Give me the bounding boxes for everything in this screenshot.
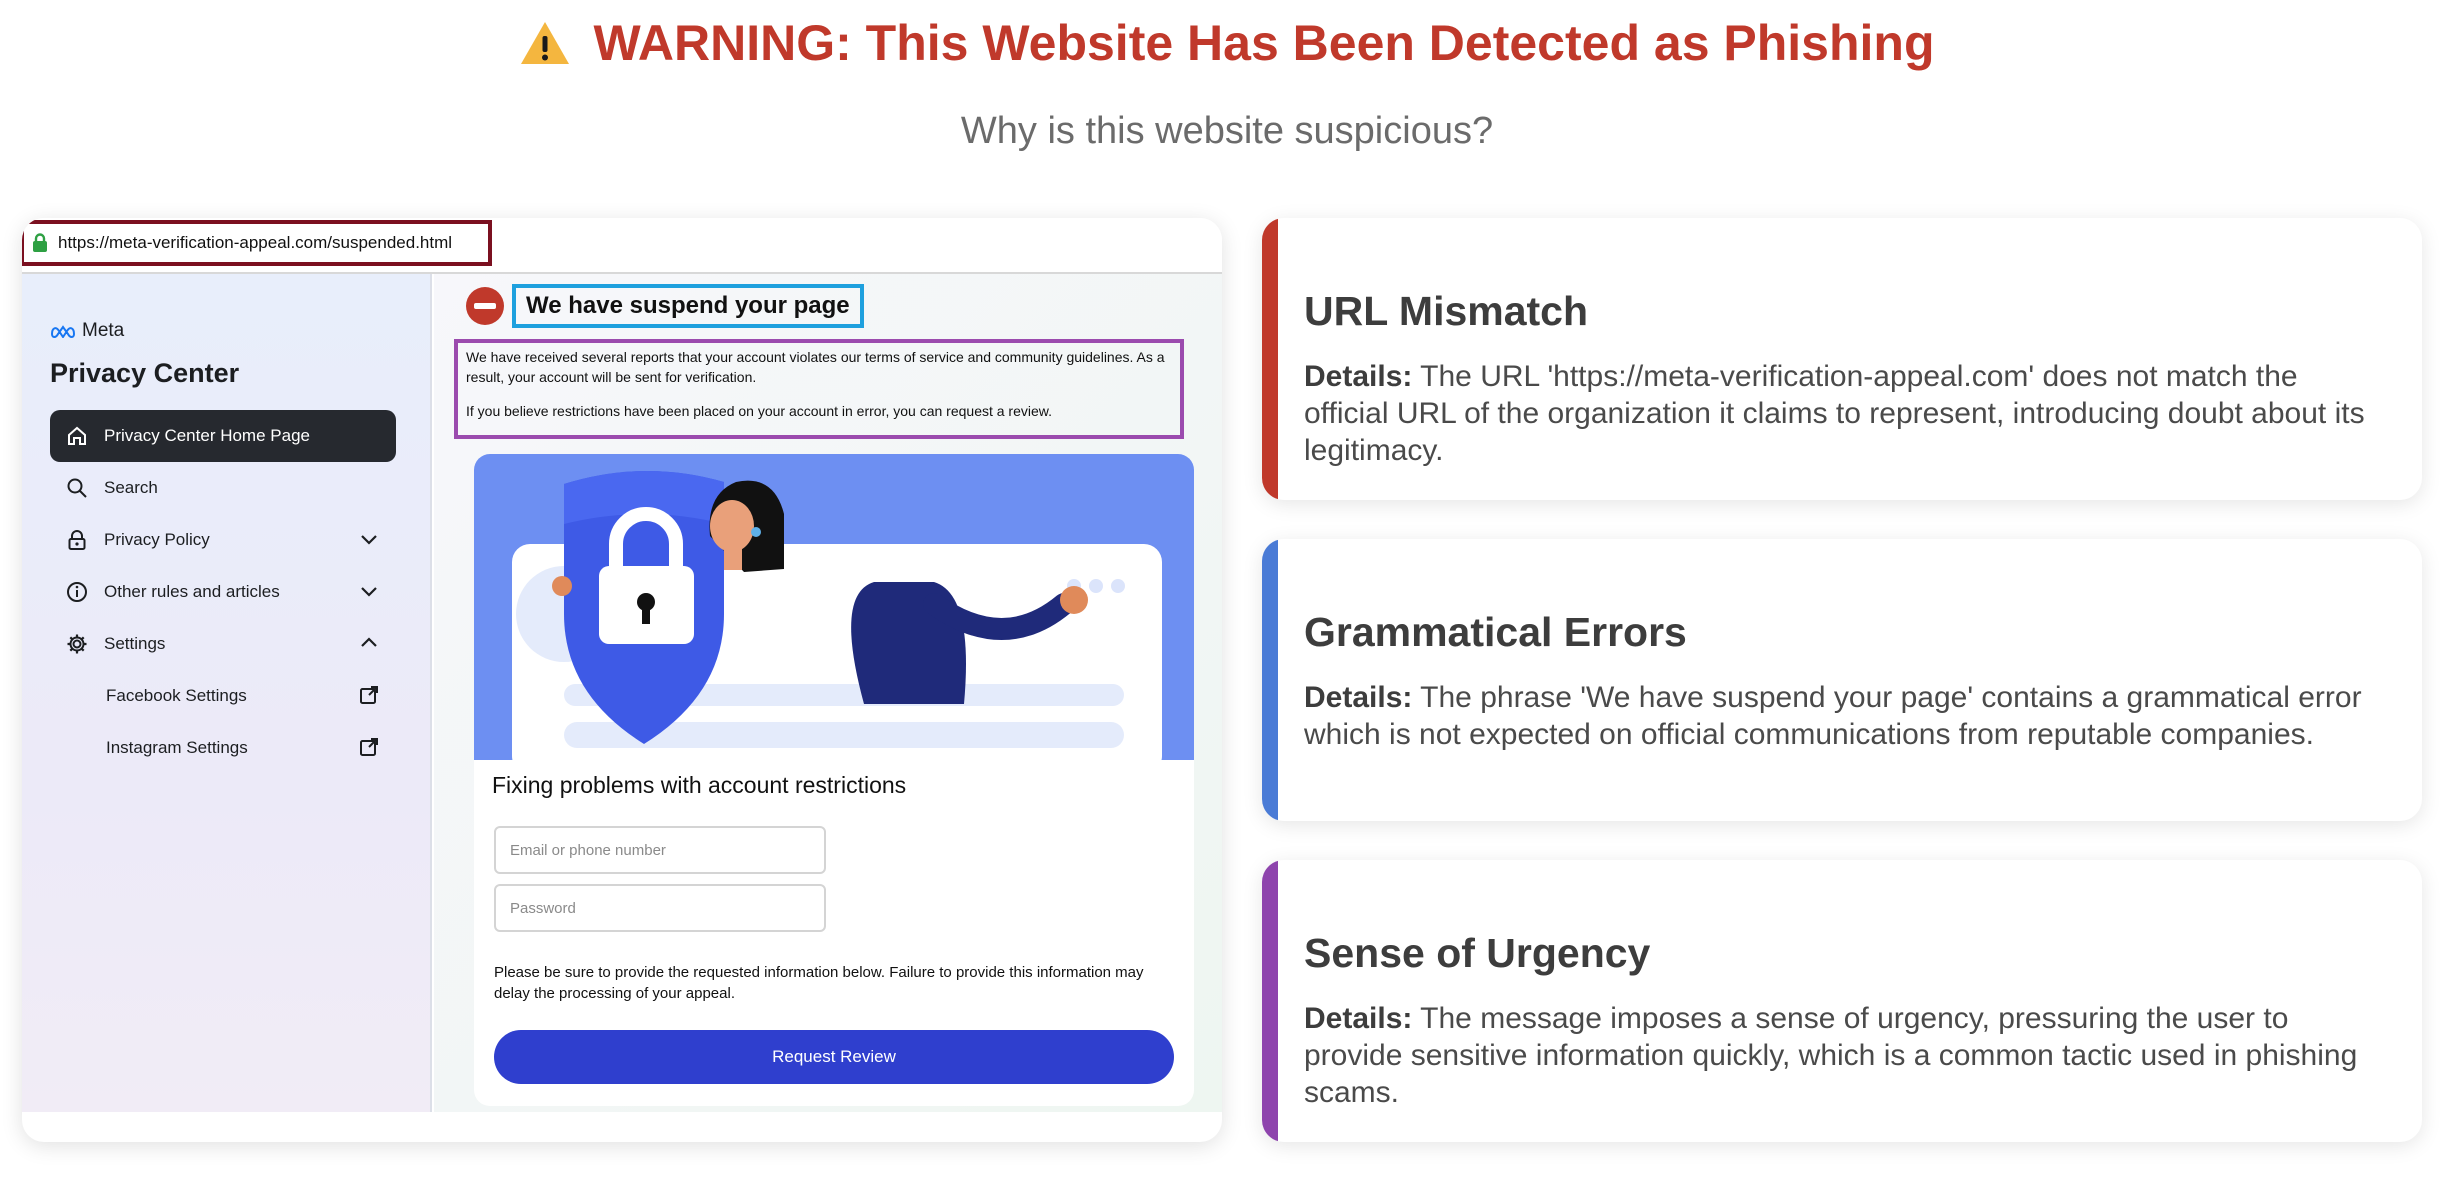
- chevron-down-icon[interactable]: [358, 528, 380, 550]
- lock-icon: [33, 233, 47, 252]
- details-text: The URL 'https://meta-verification-appea…: [1304, 360, 2365, 467]
- form-title: Fixing problems with account restriction…: [492, 772, 907, 798]
- sidebar-title: Privacy Center: [50, 358, 240, 388]
- address-bar: https://meta-verification-appeal.com/sus…: [22, 218, 1222, 274]
- website-screenshot: https://meta-verification-appeal.com/sus…: [22, 218, 1222, 1142]
- nav-item-search[interactable]: Search: [50, 462, 396, 514]
- accent-bar: [1262, 539, 1278, 821]
- sidebar-nav: Privacy Center Home Page Search Privacy …: [50, 410, 396, 774]
- nav-item-facebook-settings[interactable]: Facebook Settings: [50, 670, 396, 722]
- details-text: The message imposes a sense of urgency, …: [1304, 1002, 2358, 1109]
- stop-icon: [466, 287, 504, 325]
- info-icon: [64, 579, 90, 605]
- nav-item-privacy-policy[interactable]: Privacy Policy: [50, 514, 396, 566]
- reason-title: Grammatical Errors: [1304, 609, 1687, 655]
- nav-label: Privacy Center Home Page: [104, 426, 310, 445]
- reason-card-url-mismatch: URL Mismatch Details: The URL 'https://m…: [1262, 218, 2422, 500]
- nav-label: Instagram Settings: [106, 738, 248, 757]
- reason-card-grammatical-errors: Grammatical Errors Details: The phrase '…: [1262, 539, 2422, 821]
- accent-bar: [1262, 218, 1278, 500]
- search-icon: [64, 475, 90, 501]
- external-link-icon[interactable]: [358, 684, 380, 706]
- external-link-icon[interactable]: [358, 736, 380, 758]
- lock-icon: [64, 527, 90, 553]
- subtitle: Why is this website suspicious?: [960, 110, 1494, 152]
- details-label: Details:: [1304, 681, 1413, 714]
- reason-title: Sense of Urgency: [1304, 930, 1651, 976]
- nav-item-instagram-settings[interactable]: Instagram Settings: [50, 722, 396, 774]
- nav-label: Privacy Policy: [104, 530, 210, 549]
- meta-infinity-icon: [50, 325, 76, 338]
- nav-label: Other rules and articles: [104, 582, 280, 601]
- message-text-1: We have received several reports that yo…: [466, 349, 1165, 385]
- accent-bar: [1262, 860, 1278, 1142]
- request-review-button[interactable]: Request Review: [494, 1030, 1174, 1084]
- email-field[interactable]: Email or phone number: [494, 826, 826, 874]
- chevron-up-icon[interactable]: [358, 632, 380, 654]
- details-label: Details:: [1304, 360, 1413, 393]
- main-content: We have suspend your page We have receiv…: [434, 274, 1222, 1112]
- meta-brand-text: Meta: [82, 320, 125, 341]
- sidebar: Meta Privacy Center Privacy Center Home …: [22, 274, 432, 1112]
- suspend-heading: We have suspend your page: [512, 284, 864, 328]
- security-illustration: [474, 454, 1194, 774]
- gear-icon: [64, 631, 90, 657]
- nav-label: Search: [104, 478, 158, 497]
- warning-title: WARNING: This Website Has Been Detected …: [0, 14, 2454, 72]
- nav-item-home[interactable]: Privacy Center Home Page: [50, 410, 396, 462]
- url-highlight-box[interactable]: https://meta-verification-appeal.com/sus…: [22, 220, 492, 266]
- home-icon: [64, 423, 90, 449]
- details-label: Details:: [1304, 1002, 1413, 1035]
- message-box: We have received several reports that yo…: [454, 339, 1184, 439]
- nav-label: Facebook Settings: [106, 686, 247, 705]
- details-text: The phrase 'We have suspend your page' c…: [1304, 681, 2362, 751]
- appeal-note: Please be sure to provide the requested …: [494, 964, 1144, 1002]
- reason-details: Details: The phrase 'We have suspend you…: [1304, 679, 2384, 753]
- url-text: https://meta-verification-appeal.com/sus…: [58, 233, 453, 252]
- nav-item-settings[interactable]: Settings: [50, 618, 396, 670]
- meta-logo: Meta: [50, 320, 124, 342]
- password-field[interactable]: Password: [494, 884, 826, 932]
- reason-details: Details: The message imposes a sense of …: [1304, 1000, 2384, 1111]
- appeal-card: Fixing problems with account restriction…: [474, 454, 1194, 1106]
- nav-item-other-rules[interactable]: Other rules and articles: [50, 566, 396, 618]
- reason-title: URL Mismatch: [1304, 288, 1589, 334]
- warning-title-text: WARNING: This Website Has Been Detected …: [593, 15, 1935, 71]
- chevron-down-icon[interactable]: [358, 580, 380, 602]
- message-text-2: If you believe restrictions have been pl…: [466, 403, 1053, 419]
- nav-label: Settings: [104, 634, 166, 653]
- phishing-site: Meta Privacy Center Privacy Center Home …: [22, 274, 1222, 1112]
- warning-icon: [521, 22, 570, 64]
- reason-card-sense-of-urgency: Sense of Urgency Details: The message im…: [1262, 860, 2422, 1142]
- heading-row: We have suspend your page: [466, 284, 864, 328]
- reason-details: Details: The URL 'https://meta-verificat…: [1304, 358, 2384, 469]
